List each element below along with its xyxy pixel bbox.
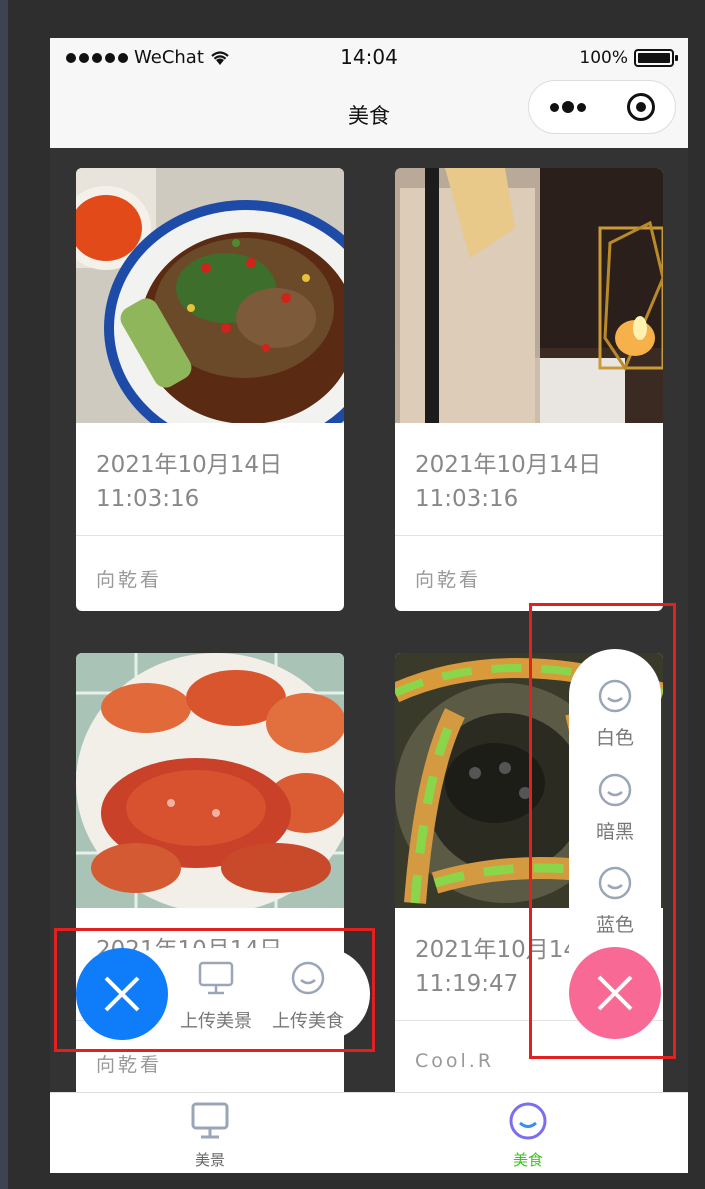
- battery: 100%: [579, 48, 678, 68]
- more-icon[interactable]: [549, 101, 586, 113]
- annotation-box-left: [54, 928, 375, 1052]
- annotation-box-right: [529, 603, 676, 1059]
- food-photo: [395, 168, 663, 423]
- card-author: 向乾看: [415, 569, 482, 591]
- tab-food-label: 美食: [512, 1151, 543, 1169]
- card-author: 向乾看: [96, 1054, 163, 1076]
- card-author: Cool.R: [415, 1050, 495, 1072]
- nav-bar: 美食: [50, 78, 688, 148]
- battery-percent: 100%: [579, 48, 628, 68]
- tab-scenery[interactable]: 美景: [150, 1101, 270, 1170]
- battery-icon: [634, 49, 678, 67]
- mini-program-capsule: [528, 80, 676, 134]
- close-mini-program-icon[interactable]: [626, 93, 655, 121]
- card-date: 2021年10月14日 11:03:16: [415, 452, 602, 512]
- food-card[interactable]: 2021年10月14日 11:03:16 向乾看: [76, 168, 344, 611]
- tab-food[interactable]: 美食: [468, 1101, 588, 1170]
- tab-bar: 美景 美食: [50, 1092, 688, 1173]
- status-bar: WeChat 14:04 100%: [50, 38, 688, 78]
- food-photo: [76, 168, 344, 423]
- divider: [76, 535, 344, 536]
- window-edge: [0, 0, 8, 1189]
- smile-icon: [509, 1102, 547, 1140]
- food-card[interactable]: 2021年10月14日 11:03:16 向乾看: [395, 168, 663, 611]
- tab-scenery-label: 美景: [194, 1151, 225, 1169]
- divider: [395, 535, 663, 536]
- card-date: 2021年10月14日 11:03:16: [96, 452, 283, 512]
- monitor-icon: [191, 1102, 229, 1139]
- card-author: 向乾看: [96, 569, 163, 591]
- food-photo: [76, 653, 344, 908]
